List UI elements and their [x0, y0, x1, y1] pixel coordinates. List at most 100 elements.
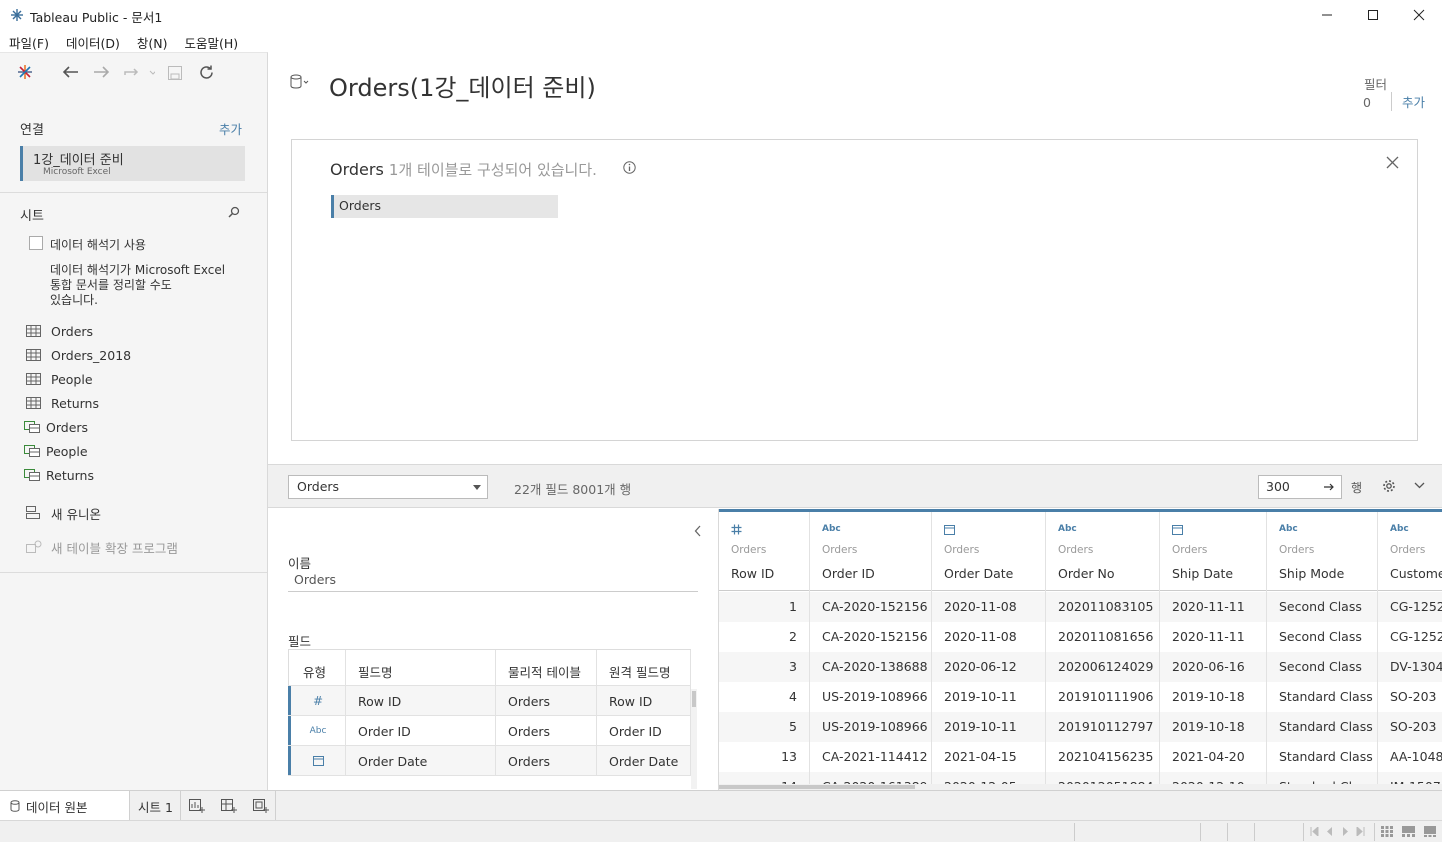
grid-cell[interactable]: 13 [719, 742, 809, 772]
sheet-item-people[interactable]: People [26, 369, 93, 389]
menu-file[interactable]: 파일(F) [0, 30, 57, 52]
grid-cell[interactable]: Second Class [1267, 622, 1377, 652]
new-table-extension-button[interactable]: 새 테이블 확장 프로그램 [26, 537, 178, 557]
grid-cell[interactable]: Standard Class [1267, 682, 1377, 712]
close-window-button[interactable] [1396, 0, 1442, 30]
last-page-icon[interactable] [1356, 827, 1365, 836]
grid-cell[interactable]: 1 [719, 592, 809, 622]
grid-cell[interactable]: Standard Class [1267, 712, 1377, 742]
grid-cell[interactable]: 202006124029 [1046, 652, 1159, 682]
header-physical-table[interactable]: 물리적 테이블 [496, 650, 597, 685]
grid-cell[interactable]: 2020-06-12 [932, 652, 1045, 682]
interpreter-checkbox[interactable] [29, 236, 43, 250]
add-connection-link[interactable]: 추가 [219, 119, 242, 138]
menu-data[interactable]: 데이터(D) [57, 30, 128, 52]
scrollbar-thumb[interactable] [719, 785, 915, 789]
column-header[interactable]: Orders Order Date [932, 512, 1045, 591]
grid-cell[interactable]: CA-2020-138688 [810, 652, 931, 682]
number-type-icon[interactable] [731, 524, 742, 535]
gear-icon[interactable] [1382, 479, 1396, 493]
refresh-icon[interactable] [198, 64, 215, 81]
redo-icon[interactable] [123, 65, 155, 79]
next-page-icon[interactable] [1342, 827, 1349, 836]
grid-cell[interactable]: CA-2020-152156 [810, 592, 931, 622]
header-remote-field[interactable]: 원격 필드명 [597, 650, 691, 685]
sheet-item-orders-2018[interactable]: Orders_2018 [26, 345, 131, 365]
grid-cell[interactable]: 2020-11-11 [1160, 622, 1266, 652]
table-select[interactable]: Orders [288, 475, 488, 499]
number-type-icon[interactable]: # [288, 686, 346, 715]
string-type-icon[interactable]: Abc [288, 716, 346, 745]
grid-cell[interactable]: SO-203 [1378, 682, 1442, 712]
menu-help[interactable]: 도움말(H) [175, 30, 246, 52]
date-type-icon[interactable] [944, 524, 955, 535]
field-name[interactable]: Order Date [346, 746, 496, 775]
datasource-icon[interactable] [290, 74, 310, 90]
grid-cell[interactable]: Standard Class [1267, 742, 1377, 772]
new-union-button[interactable]: 새 유니온 [26, 503, 101, 523]
grid-cell[interactable]: US-2019-108966 [810, 712, 931, 742]
field-name[interactable]: Order ID [346, 716, 496, 745]
grid-cell[interactable]: 2020-11-08 [932, 592, 1045, 622]
grid-cell[interactable]: 2019-10-11 [932, 712, 1045, 742]
maximize-button[interactable] [1350, 0, 1396, 30]
collapse-chevron-icon[interactable] [694, 525, 702, 537]
field-name[interactable]: Row ID [346, 686, 496, 715]
sheet-item-returns[interactable]: Returns [26, 393, 99, 413]
grid-cell[interactable]: CA-2021-114412 [810, 742, 931, 772]
grid-cell[interactable]: 201910112797 [1046, 712, 1159, 742]
info-icon[interactable] [623, 161, 636, 174]
new-dashboard-icon[interactable] [221, 799, 237, 813]
grid-cell[interactable]: 202104156235 [1046, 742, 1159, 772]
grid-view-icon[interactable] [1381, 826, 1393, 837]
grid-cell[interactable]: 201910111906 [1046, 682, 1159, 712]
grid-cell[interactable]: Second Class [1267, 652, 1377, 682]
date-type-icon[interactable] [288, 746, 346, 775]
table-row[interactable]: Abc Order ID Orders Order ID [288, 716, 691, 746]
connection-card[interactable]: 1강_데이터 준비 Microsoft Excel [20, 146, 245, 181]
table-row[interactable]: Order Date Orders Order Date [288, 746, 691, 776]
menu-window[interactable]: 창(N) [128, 30, 176, 52]
tableau-home-icon[interactable] [17, 64, 33, 80]
grid-cell[interactable]: 2020-06-16 [1160, 652, 1266, 682]
grid-cell[interactable]: US-2019-108966 [810, 682, 931, 712]
column-header[interactable]: Orders Ship Date [1160, 512, 1266, 591]
page-title[interactable]: Orders(1강_데이터 준비) [329, 68, 596, 103]
back-icon[interactable] [61, 65, 79, 79]
canvas-table-chip[interactable]: Orders [331, 195, 558, 218]
grid-cell[interactable]: CA-2020-152156 [810, 622, 931, 652]
prev-page-icon[interactable] [1326, 827, 1333, 836]
column-header[interactable]: Abc Orders Order ID [810, 512, 931, 591]
list-view-icon[interactable] [1424, 826, 1436, 837]
column-header[interactable]: Orders Row ID [719, 512, 809, 591]
grid-cell[interactable]: 2019-10-18 [1160, 682, 1266, 712]
grid-cell[interactable]: 2 [719, 622, 809, 652]
new-story-icon[interactable] [253, 799, 269, 813]
grid-cell[interactable]: 4 [719, 682, 809, 712]
column-header[interactable]: Abc Orders Order No [1046, 512, 1159, 591]
name-field[interactable]: Orders [288, 572, 698, 592]
header-type[interactable]: 유형 [288, 650, 346, 685]
sheet-item-returns-range[interactable]: Returns [24, 465, 94, 485]
scrollbar[interactable] [691, 689, 697, 789]
grid-cell[interactable]: 2021-04-20 [1160, 742, 1266, 772]
grid-cell[interactable]: CG-1252 [1378, 592, 1442, 622]
grid-cell[interactable]: Second Class [1267, 592, 1377, 622]
header-field-name[interactable]: 필드명 [346, 650, 496, 685]
grid-cell[interactable]: DV-1304 [1378, 652, 1442, 682]
string-type-icon[interactable]: Abc [1058, 524, 1077, 534]
save-icon[interactable] [167, 65, 183, 81]
filmstrip-view-icon[interactable] [1402, 826, 1415, 837]
grid-cell[interactable]: 202011081656 [1046, 622, 1159, 652]
grid-cell[interactable]: 2019-10-18 [1160, 712, 1266, 742]
string-type-icon[interactable]: Abc [822, 524, 841, 534]
chevron-down-icon[interactable] [1414, 482, 1425, 490]
close-icon[interactable] [1386, 156, 1399, 169]
add-filter-link[interactable]: 추가 [1391, 92, 1425, 111]
scrollbar-thumb[interactable] [692, 691, 696, 707]
search-icon[interactable] [228, 206, 240, 218]
first-page-icon[interactable] [1310, 827, 1319, 836]
grid-cell[interactable]: 2019-10-11 [932, 682, 1045, 712]
rows-input[interactable]: 300 [1258, 475, 1342, 499]
grid-cell[interactable]: 2020-11-08 [932, 622, 1045, 652]
